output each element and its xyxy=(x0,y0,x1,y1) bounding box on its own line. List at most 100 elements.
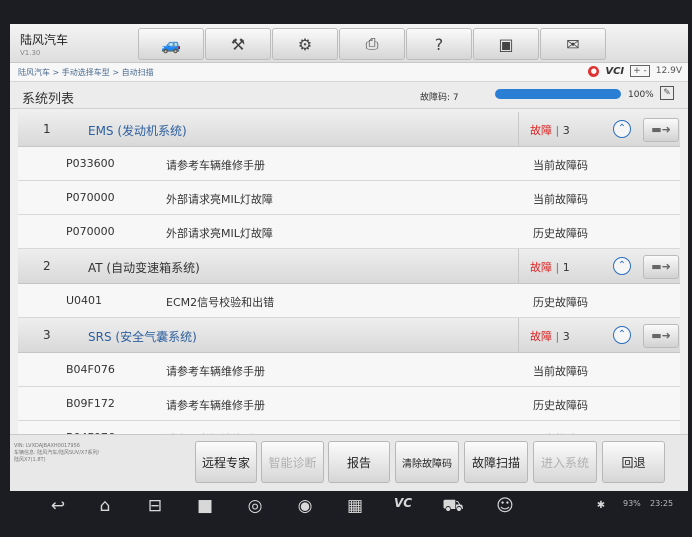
dtc-row[interactable]: P070000 外部请求亮MIL灯故障 历史故障码 xyxy=(18,215,680,249)
battery-voltage: 12.9V xyxy=(655,66,682,76)
dtc-row[interactable]: B09F172 请参考车辆维修手册 历史故障码 xyxy=(18,387,680,421)
section-title: 系统列表 xyxy=(22,92,75,107)
fault-count: 3 xyxy=(562,330,570,343)
dtc-code: B04F076 xyxy=(66,363,115,376)
settings-gear-icon: ⚙ xyxy=(297,34,313,54)
toolbar-button-save[interactable]: ▣ xyxy=(473,28,539,60)
system-name: AT (自动变速箱系统) xyxy=(88,261,200,275)
vehicle-nav-icon[interactable]: ⛟ xyxy=(440,496,466,518)
system-row[interactable]: 1 EMS (发动机系统) 故障 | 3 ⌃ ▬➜ xyxy=(18,112,680,147)
toolbar-button-settings-gear[interactable]: ⚙ xyxy=(272,28,338,60)
vehicle-icon: 🚙 xyxy=(161,34,181,54)
dtc-code: P033600 xyxy=(66,157,115,170)
system-row[interactable]: 3 SRS (安全气囊系统) 故障 | 3 ⌃ ▬➜ xyxy=(18,318,680,353)
fault-code-count: 故障码: 7 xyxy=(420,93,459,103)
network-icon: ● xyxy=(588,65,600,77)
divider xyxy=(518,249,519,283)
bottom-button-4[interactable]: 故障扫描 xyxy=(464,441,528,483)
system-name: EMS (发动机系统) xyxy=(88,124,187,138)
dtc-code: B09F172 xyxy=(66,397,115,410)
vci-icon: VCI xyxy=(605,65,625,77)
vci-nav-icon[interactable]: VC xyxy=(390,496,416,510)
collapse-chevron-icon[interactable]: ⌃ xyxy=(613,257,631,275)
browser-icon[interactable]: ◎ xyxy=(242,496,268,516)
breadcrumb[interactable]: 陆风汽车 > 手动选择车型 > 自动扫描 xyxy=(18,67,154,78)
dtc-row[interactable]: B04F076 请参考车辆维修手册 当前故障码 xyxy=(18,353,680,387)
dtc-code: P070000 xyxy=(66,191,115,204)
vin-text: VIN: LVXDAJBAXH0017956 xyxy=(14,443,80,449)
dtc-description: 外部请求亮MIL灯故障 xyxy=(166,193,273,206)
dtc-status: 历史故障码 xyxy=(533,227,588,240)
separator: | xyxy=(552,330,563,343)
toolbar-button-lift[interactable]: ⚒ xyxy=(205,28,271,60)
top-toolbar: 陆风汽车 V1.30 🚙 ⚒ ⚙ ⎙? ▣ ✉ xyxy=(10,24,688,63)
system-fault-status: 故障 | 1 xyxy=(530,259,570,275)
dtc-status: 历史故障码 xyxy=(533,399,588,412)
dtc-code: U0401 xyxy=(66,294,103,307)
fault-count: 1 xyxy=(562,261,570,274)
enter-system-arrow-icon[interactable]: ▬➜ xyxy=(643,255,679,279)
fault-label: 故障 xyxy=(530,124,552,137)
system-number: 1 xyxy=(43,122,51,136)
edit-icon[interactable]: ✎ xyxy=(660,86,674,100)
separator: | xyxy=(552,124,563,137)
status-indicators: ● VCI + - 12.9V xyxy=(588,65,682,77)
user-icon[interactable]: ☺ xyxy=(492,496,518,516)
collapse-chevron-icon[interactable]: ⌃ xyxy=(613,326,631,344)
enter-system-arrow-icon[interactable]: ▬➜ xyxy=(643,324,679,348)
bottom-button-6[interactable]: 回退 xyxy=(602,441,665,483)
camera-icon[interactable]: ◉ xyxy=(292,496,318,516)
settings-small-icon[interactable]: ✱ xyxy=(588,500,614,511)
dtc-description: 外部请求亮MIL灯故障 xyxy=(166,227,273,240)
vehicle-info: VIN: LVXDAJBAXH0017956 车辆信息: 陆风汽车/陆风SUV/… xyxy=(14,443,189,464)
dtc-description: 请参考车辆维修手册 xyxy=(166,159,265,172)
toolbar-button-help[interactable]: ? xyxy=(406,28,472,60)
dtc-status: 当前故障码 xyxy=(533,159,588,172)
dtc-status: 历史故障码 xyxy=(533,296,588,309)
back-icon[interactable]: ↩ xyxy=(45,496,71,516)
enter-system-arrow-icon[interactable]: ▬➜ xyxy=(643,118,679,142)
diagnostic-screen: 陆风汽车 V1.30 🚙 ⚒ ⚙ ⎙? ▣ ✉ 陆风汽车 > 手动选择车型 > 自动扫描 … xyxy=(10,24,688,491)
scan-progress-fill xyxy=(495,89,621,99)
dtc-description: 请参考车辆维修手册 xyxy=(166,365,265,378)
app-title: 陆风汽车 xyxy=(20,33,69,47)
bottom-action-bar: VIN: LVXDAJBAXH0017956 车辆信息: 陆风汽车/陆风SUV/… xyxy=(10,434,688,491)
collapse-chevron-icon[interactable]: ⌃ xyxy=(613,120,631,138)
dtc-row[interactable]: P070000 外部请求亮MIL灯故障 当前故障码 xyxy=(18,181,680,215)
save-icon: ▣ xyxy=(498,34,514,54)
lift-icon: ⚒ xyxy=(230,34,246,54)
dtc-code: P070000 xyxy=(66,225,115,238)
system-number: 3 xyxy=(43,328,51,342)
recent-apps-icon[interactable]: ■ xyxy=(192,496,218,516)
car-home-icon[interactable]: ⊟ xyxy=(142,496,168,516)
dtc-row[interactable]: P033600 请参考车辆维修手册 当前故障码 xyxy=(18,147,680,181)
bottom-button-3[interactable]: 清除故障码 xyxy=(395,441,459,483)
dtc-description: 请参考车辆维修手册 xyxy=(166,399,265,412)
dtc-status: 当前故障码 xyxy=(533,193,588,206)
screenshot-icon[interactable]: ▦ xyxy=(342,496,368,516)
home-icon[interactable]: ⌂ xyxy=(92,496,118,516)
dtc-status: 当前故障码 xyxy=(533,365,588,378)
system-row[interactable]: 2 AT (自动变速箱系统) 故障 | 1 ⌃ ▬➜ xyxy=(18,249,680,284)
bottom-button-0[interactable]: 远程专家 xyxy=(195,441,257,483)
system-name: SRS (安全气囊系统) xyxy=(88,330,197,344)
divider xyxy=(518,318,519,352)
divider xyxy=(518,112,519,146)
clock: 23:25 xyxy=(650,499,674,508)
breadcrumb-bar: 陆风汽车 > 手动选择车型 > 自动扫描 ● VCI + - 12.9V xyxy=(10,63,688,82)
bottom-button-1[interactable]: 智能诊断 xyxy=(261,441,324,483)
dtc-row[interactable]: U0401 ECM2信号校验和出错 历史故障码 xyxy=(18,284,680,318)
system-fault-status: 故障 | 3 xyxy=(530,328,570,344)
scan-progress-percent: 100% xyxy=(628,90,654,100)
android-nav-bar: ↩ ⌂ ⊟ ■ ◎ ◉ ▦ VC ⛟ ☺ ✱ 93% 23:25 xyxy=(0,491,692,537)
help-icon: ? xyxy=(434,34,444,54)
bottom-button-5[interactable]: 进入系统 xyxy=(533,441,597,483)
separator: | xyxy=(552,261,563,274)
bottom-button-2[interactable]: 报告 xyxy=(328,441,390,483)
message-icon: ✉ xyxy=(566,34,580,54)
toolbar-button-vehicle[interactable]: 🚙 xyxy=(138,28,204,60)
toolbar-button-printer[interactable]: ⎙ xyxy=(339,28,405,60)
system-list: 1 EMS (发动机系统) 故障 | 3 ⌃ ▬➜ P033600 请参考车辆维修手册 当前故… xyxy=(18,112,680,455)
toolbar-button-message[interactable]: ✉ xyxy=(540,28,606,60)
system-list-header: 系统列表 故障码: 7 100% ✎ xyxy=(10,82,688,109)
